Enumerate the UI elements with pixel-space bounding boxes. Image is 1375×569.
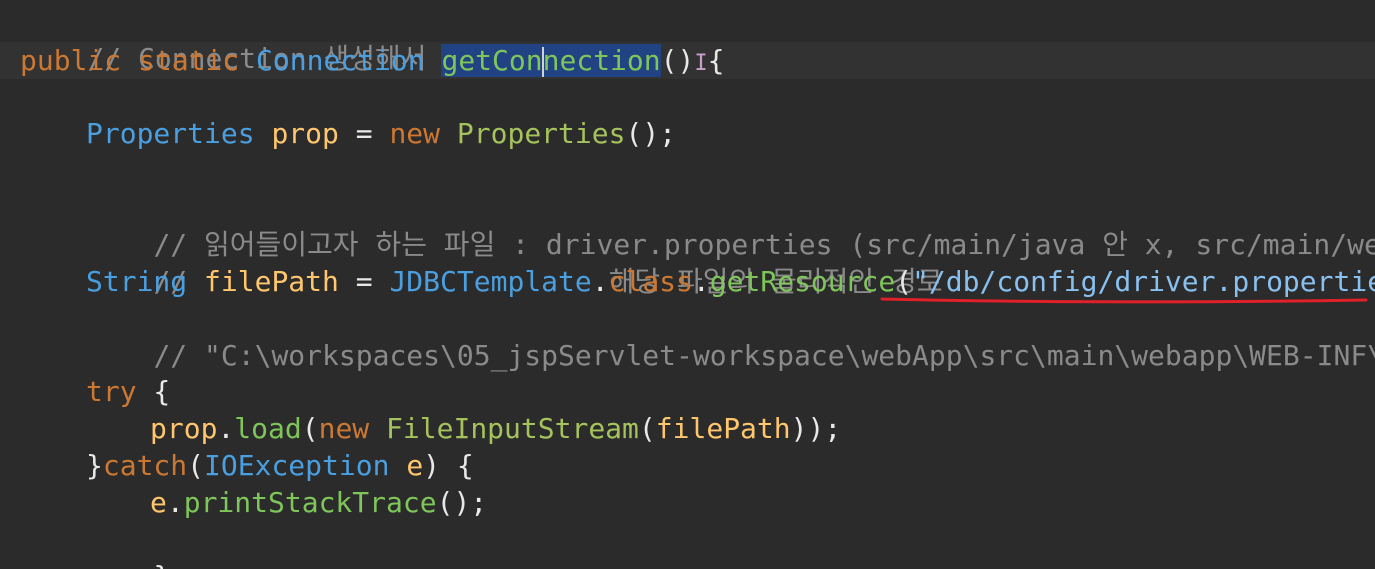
dot: . xyxy=(591,265,609,298)
assign-operator: = xyxy=(338,117,390,150)
open-paren: ( xyxy=(187,449,205,482)
close-brace: } xyxy=(153,560,170,569)
dot: . xyxy=(217,412,235,445)
type-name: String xyxy=(86,265,188,298)
code-editor[interactable]: // Connection 생성해서 반환 public static Conn… xyxy=(0,0,1375,569)
variable-name: filePath xyxy=(204,265,339,298)
class-name: Properties xyxy=(456,117,626,150)
variable-name: prop xyxy=(271,117,339,150)
open-paren: ( xyxy=(638,412,656,445)
keyword-try: try xyxy=(86,375,137,408)
open-paren: ( xyxy=(301,412,319,445)
dot: . xyxy=(166,486,184,519)
return-type: Connection xyxy=(256,44,425,77)
code-line-10[interactable]: }catch(IOException e) { xyxy=(0,447,474,484)
exception-type: IOException xyxy=(204,449,390,482)
code-line-1[interactable]: // Connection 생성해서 반환 xyxy=(0,3,494,75)
code-line-2[interactable]: public static Connection getConnection()… xyxy=(0,42,724,79)
close-brace: } xyxy=(86,449,103,482)
method-name-part-b: nection xyxy=(542,44,661,77)
string-literal: "/db/config/driver.properties" xyxy=(912,265,1375,298)
method-parens: () xyxy=(660,44,695,77)
open-brace: { xyxy=(707,44,725,77)
keyword-public: public xyxy=(20,44,122,77)
method-name-part-a: getCon xyxy=(441,44,543,77)
open-paren: ( xyxy=(895,265,913,298)
variable-name: e xyxy=(406,449,424,482)
code-line-8[interactable]: try { xyxy=(0,373,170,410)
ibeam-cursor-icon: I xyxy=(694,51,708,76)
code-line-9[interactable]: prop.load(new FileInputStream(filePath))… xyxy=(0,410,841,447)
code-line-5[interactable]: // 해당 파일의 물리적인 경로 xyxy=(0,226,942,298)
keyword-new: new xyxy=(389,117,441,150)
variable-name: e xyxy=(150,486,167,519)
keyword-new: new xyxy=(318,412,370,445)
keyword-catch: catch xyxy=(102,449,188,482)
code-line-7[interactable]: // "C:\workspaces\05_jspServlet-workspac… xyxy=(0,300,1375,372)
selected-method-name[interactable]: getConnection xyxy=(441,44,661,77)
statement-tail: (); xyxy=(436,486,488,519)
comment-text: // "C:\workspaces\05_jspServlet-workspac… xyxy=(153,339,1375,372)
method-name: printStackTrace xyxy=(183,486,437,519)
argument-name: filePath xyxy=(655,412,791,445)
type-name: Properties xyxy=(86,117,255,150)
code-line-12[interactable]: } xyxy=(0,521,170,569)
keyword-static: static xyxy=(138,44,240,77)
method-name: getResource xyxy=(709,265,896,298)
statement-tail: )); xyxy=(790,412,842,445)
variable-name: prop xyxy=(150,412,218,445)
statement-tail: (); xyxy=(625,117,677,150)
class-name: FileInputStream xyxy=(386,412,639,445)
code-line-11[interactable]: e.printStackTrace(); xyxy=(0,484,487,521)
code-line-3[interactable]: Properties prop = new Properties(); xyxy=(0,115,676,152)
class-name: JDBCTemplate xyxy=(389,265,592,298)
code-line-4[interactable]: // 읽어들이고자 하는 파일 : driver.properties (src… xyxy=(0,189,1375,261)
dot: . xyxy=(692,265,710,298)
method-name: load xyxy=(234,412,302,445)
statement-tail: ) { xyxy=(423,449,474,482)
keyword-class: class xyxy=(608,265,693,298)
code-line-6[interactable]: String filePath = JDBCTemplate.class.get… xyxy=(0,263,1375,300)
assign-operator: = xyxy=(338,265,390,298)
open-brace: { xyxy=(136,375,171,408)
